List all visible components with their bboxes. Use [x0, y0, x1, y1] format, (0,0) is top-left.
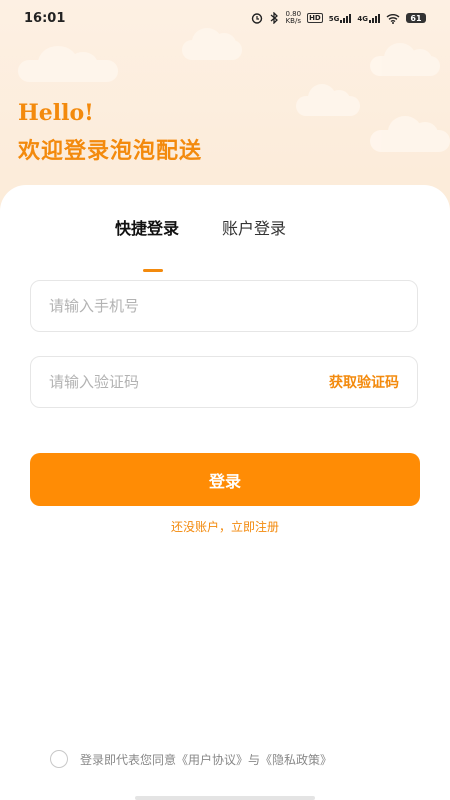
signal-5g-icon: 5G: [329, 13, 352, 23]
network-speed: 0.80 KB/s: [285, 10, 302, 25]
status-bar: 16:01 0.80 KB/s HD 5G 4G 61: [0, 0, 450, 36]
agreement-row: 登录即代表您同意 《用户协议》 与 《隐私政策》: [50, 750, 332, 768]
greeting-hello: Hello!: [18, 100, 94, 126]
bluetooth-icon: [269, 12, 279, 24]
status-time: 16:01: [24, 10, 66, 26]
tab-quick-login[interactable]: 快捷登录: [115, 215, 179, 239]
cloud-decoration: [296, 84, 360, 116]
active-tab-indicator: [143, 269, 163, 272]
agreement-conjunction: 与: [248, 752, 261, 767]
user-agreement-link[interactable]: 《用户协议》: [176, 751, 248, 768]
wifi-icon: [386, 13, 400, 24]
cloud-decoration: [18, 46, 118, 82]
login-card: 快捷登录 账户登录 获取验证码 登录 还没账户，立即注册 登录即代表您同意 《用…: [0, 185, 450, 800]
code-input[interactable]: [49, 373, 329, 391]
login-button[interactable]: 登录: [30, 453, 420, 506]
phone-field: [30, 280, 418, 332]
status-icons: 0.80 KB/s HD 5G 4G 61: [251, 11, 426, 25]
cloud-decoration: [182, 28, 242, 60]
home-indicator: [135, 796, 315, 800]
register-link[interactable]: 还没账户，立即注册: [0, 518, 450, 535]
tab-account-login[interactable]: 账户登录: [222, 215, 286, 239]
battery-icon: 61: [406, 13, 426, 23]
login-tabs: 快捷登录 账户登录: [0, 215, 450, 272]
cloud-decoration: [370, 116, 450, 152]
alarm-icon: [251, 12, 263, 24]
code-field: 获取验证码: [30, 356, 418, 408]
agreement-checkbox[interactable]: [50, 750, 68, 768]
get-code-button[interactable]: 获取验证码: [329, 372, 399, 392]
greeting-welcome: 欢迎登录泡泡配送: [18, 139, 203, 164]
signal-4g-icon: 4G: [357, 13, 380, 23]
agreement-prefix: 登录即代表您同意: [80, 752, 177, 767]
phone-input[interactable]: [49, 297, 399, 315]
hd-icon: HD: [307, 13, 323, 23]
cloud-decoration: [370, 43, 440, 76]
privacy-policy-link[interactable]: 《隐私政策》: [260, 751, 332, 768]
